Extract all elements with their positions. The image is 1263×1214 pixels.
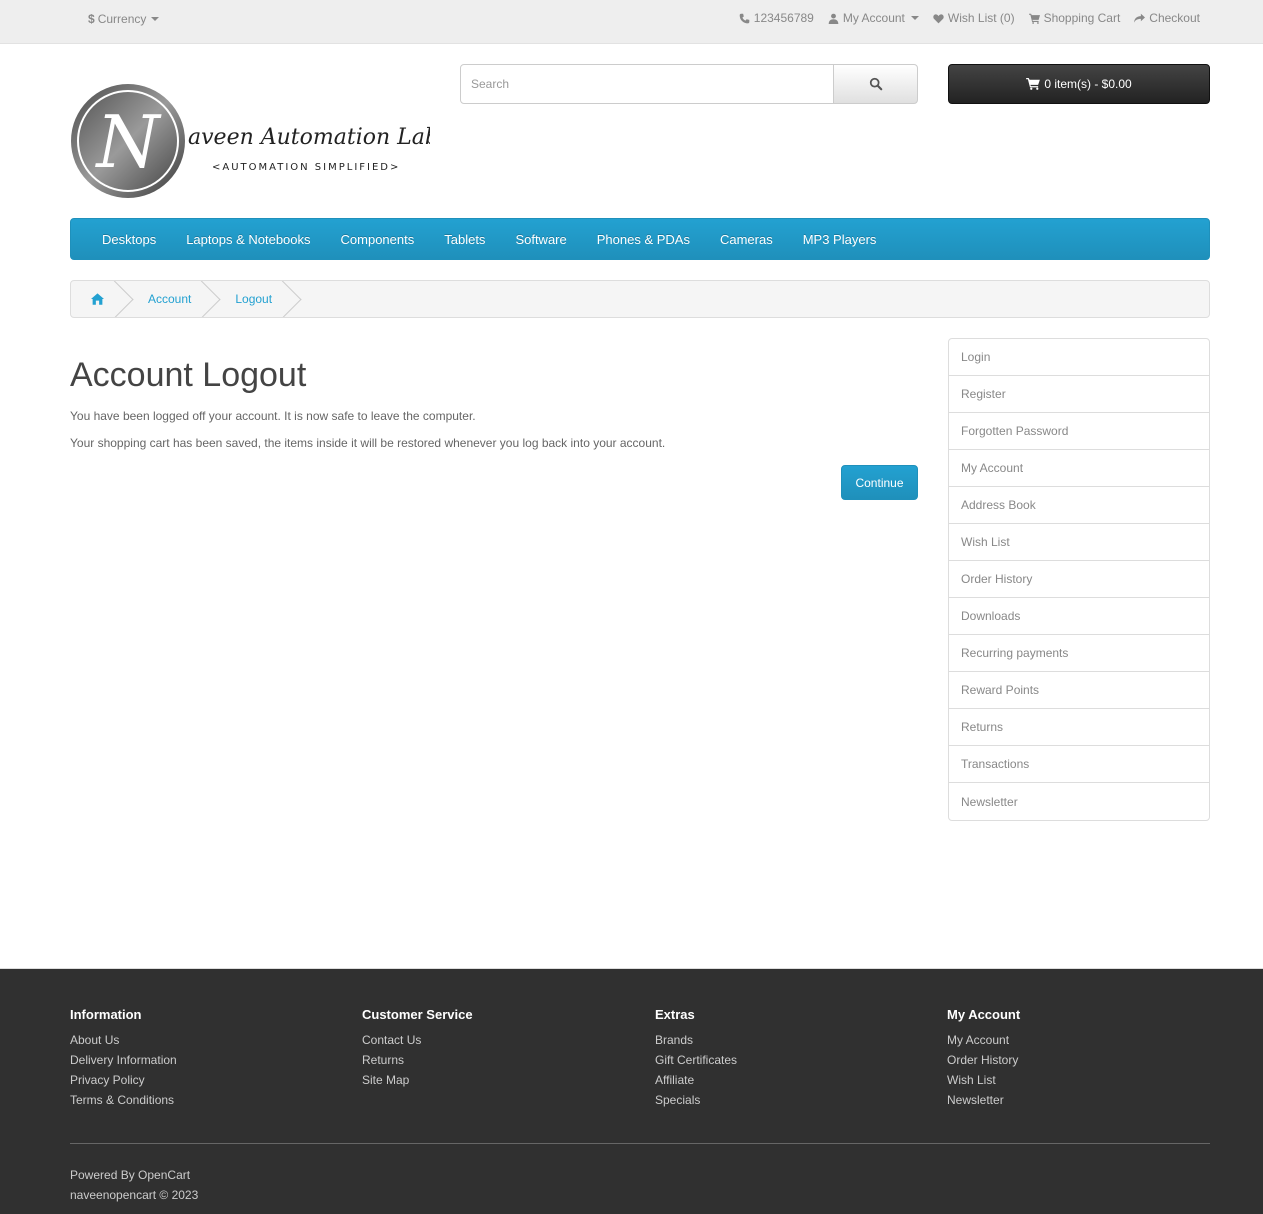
search-input[interactable] — [460, 64, 834, 104]
powered-by-line: Powered By OpenCart — [70, 1165, 198, 1185]
sidebar-item-wish-list[interactable]: Wish List — [949, 524, 1209, 561]
menu-item-desktops[interactable]: Desktops — [87, 232, 171, 247]
phone-link[interactable]: 123456789 — [739, 11, 814, 25]
cart-total: 0 item(s) - $0.00 — [1044, 77, 1132, 91]
account-sidebar: Login Register Forgotten Password My Acc… — [948, 338, 1210, 821]
sidebar-item-transactions[interactable]: Transactions — [949, 746, 1209, 783]
my-account-dropdown[interactable]: My Account — [828, 11, 919, 25]
footer: Information About Us Delivery Informatio… — [0, 968, 1263, 1214]
footer-heading: My Account — [947, 1007, 1021, 1022]
sidebar-item-recurring-payments[interactable]: Recurring payments — [949, 635, 1209, 672]
currency-dropdown[interactable]: $ Currency — [88, 12, 160, 26]
checkout-label: Checkout — [1149, 11, 1200, 25]
wish-list-label: Wish List (0) — [947, 11, 1015, 25]
sidebar-item-register[interactable]: Register — [949, 376, 1209, 413]
menu-item-laptops-notebooks[interactable]: Laptops & Notebooks — [171, 232, 325, 247]
footer-link-affiliate[interactable]: Affiliate — [655, 1070, 737, 1090]
my-account-label: My Account — [842, 11, 905, 25]
phone-icon — [739, 13, 750, 23]
sidebar-item-login[interactable]: Login — [949, 339, 1209, 376]
cart-icon — [1026, 78, 1041, 90]
sidebar-item-newsletter[interactable]: Newsletter — [949, 783, 1209, 820]
menu-item-software[interactable]: Software — [500, 232, 581, 247]
sidebar-item-my-account[interactable]: My Account — [949, 450, 1209, 487]
menu-item-tablets[interactable]: Tablets — [429, 232, 500, 247]
category-menu: Desktops Laptops & Notebooks Components … — [70, 218, 1210, 260]
footer-link-returns[interactable]: Returns — [362, 1050, 473, 1070]
footer-link-my-account[interactable]: My Account — [947, 1030, 1020, 1050]
sidebar-item-downloads[interactable]: Downloads — [949, 598, 1209, 635]
currency-label: Currency — [97, 12, 147, 26]
footer-column-my-account: My Account My Account Order History Wish… — [947, 1007, 1020, 1110]
caret-down-icon — [910, 16, 919, 20]
logout-message: You have been logged off your account. I… — [70, 409, 476, 423]
powered-by-prefix: Powered By — [70, 1168, 139, 1182]
share-icon — [1134, 13, 1146, 23]
logo-graphic: N aveen Automation Labs <AUTOMATION SIMP… — [71, 84, 450, 198]
footer-link-brands[interactable]: Brands — [655, 1030, 737, 1050]
currency-symbol: $ — [88, 12, 95, 26]
footer-link-newsletter[interactable]: Newsletter — [947, 1090, 1020, 1110]
search-group — [460, 64, 918, 104]
site-logo[interactable]: N aveen Automation Labs <AUTOMATION SIMP… — [70, 82, 450, 200]
logo-letter: N — [95, 100, 163, 184]
breadcrumb-logout[interactable]: Logout — [213, 281, 294, 317]
footer-heading: Extras — [655, 1007, 695, 1022]
breadcrumb: Account Logout — [70, 280, 1210, 318]
cart-icon — [1028, 13, 1040, 24]
top-bar: $ Currency 123456789 My Account Wish Lis… — [0, 0, 1263, 44]
footer-link-order-history[interactable]: Order History — [947, 1050, 1020, 1070]
top-links: 123456789 My Account Wish List (0) Shopp… — [739, 11, 1200, 25]
cart-saved-message: Your shopping cart has been saved, the i… — [70, 436, 666, 450]
powered-by: Powered By OpenCart naveenopencart © 202… — [70, 1165, 198, 1205]
logo-tagline: <AUTOMATION SIMPLIFIED> — [212, 162, 400, 173]
menu-item-phones-pdas[interactable]: Phones & PDAs — [582, 232, 705, 247]
footer-heading: Information — [70, 1007, 142, 1022]
sidebar-item-returns[interactable]: Returns — [949, 709, 1209, 746]
footer-divider — [70, 1143, 1210, 1144]
wish-list-link[interactable]: Wish List (0) — [933, 11, 1015, 25]
heart-icon — [933, 13, 944, 23]
footer-link-specials[interactable]: Specials — [655, 1090, 737, 1110]
user-icon — [828, 13, 839, 24]
footer-link-privacy-policy[interactable]: Privacy Policy — [70, 1070, 177, 1090]
menu-item-components[interactable]: Components — [326, 232, 430, 247]
sidebar-item-address-book[interactable]: Address Book — [949, 487, 1209, 524]
footer-link-gift-certificates[interactable]: Gift Certificates — [655, 1050, 737, 1070]
menu-item-cameras[interactable]: Cameras — [705, 232, 788, 247]
continue-button[interactable]: Continue — [841, 465, 918, 500]
page-title: Account Logout — [70, 356, 307, 394]
shopping-cart-label: Shopping Cart — [1043, 11, 1121, 25]
opencart-link[interactable]: OpenCart — [138, 1168, 190, 1182]
search-button[interactable] — [833, 64, 918, 104]
main-content: Account Logout You have been logged off … — [70, 338, 918, 500]
footer-link-site-map[interactable]: Site Map — [362, 1070, 473, 1090]
home-icon — [91, 293, 104, 305]
checkout-link[interactable]: Checkout — [1134, 11, 1200, 25]
logo-name: aveen Automation Labs — [188, 125, 430, 150]
footer-column-extras: Extras Brands Gift Certificates Affiliat… — [655, 1007, 737, 1110]
search-icon — [869, 77, 882, 91]
footer-link-terms-conditions[interactable]: Terms & Conditions — [70, 1090, 177, 1110]
shopping-cart-link[interactable]: Shopping Cart — [1028, 11, 1121, 25]
sidebar-item-reward-points[interactable]: Reward Points — [949, 672, 1209, 709]
footer-heading: Customer Service — [362, 1007, 473, 1022]
footer-link-contact-us[interactable]: Contact Us — [362, 1030, 473, 1050]
menu-item-mp3-players[interactable]: MP3 Players — [788, 232, 892, 247]
sidebar-item-forgotten-password[interactable]: Forgotten Password — [949, 413, 1209, 450]
footer-link-wish-list[interactable]: Wish List — [947, 1070, 1020, 1090]
cart-button[interactable]: 0 item(s) - $0.00 — [948, 64, 1210, 104]
footer-column-information: Information About Us Delivery Informatio… — [70, 1007, 177, 1110]
copyright: naveenopencart © 2023 — [70, 1188, 199, 1202]
sidebar-item-order-history[interactable]: Order History — [949, 561, 1209, 598]
footer-link-about-us[interactable]: About Us — [70, 1030, 177, 1050]
phone-number: 123456789 — [753, 11, 814, 25]
breadcrumb-account[interactable]: Account — [126, 281, 213, 317]
footer-link-delivery-information[interactable]: Delivery Information — [70, 1050, 177, 1070]
footer-column-customer-service: Customer Service Contact Us Returns Site… — [362, 1007, 473, 1090]
breadcrumb-home[interactable] — [71, 281, 126, 317]
caret-down-icon — [151, 17, 160, 21]
